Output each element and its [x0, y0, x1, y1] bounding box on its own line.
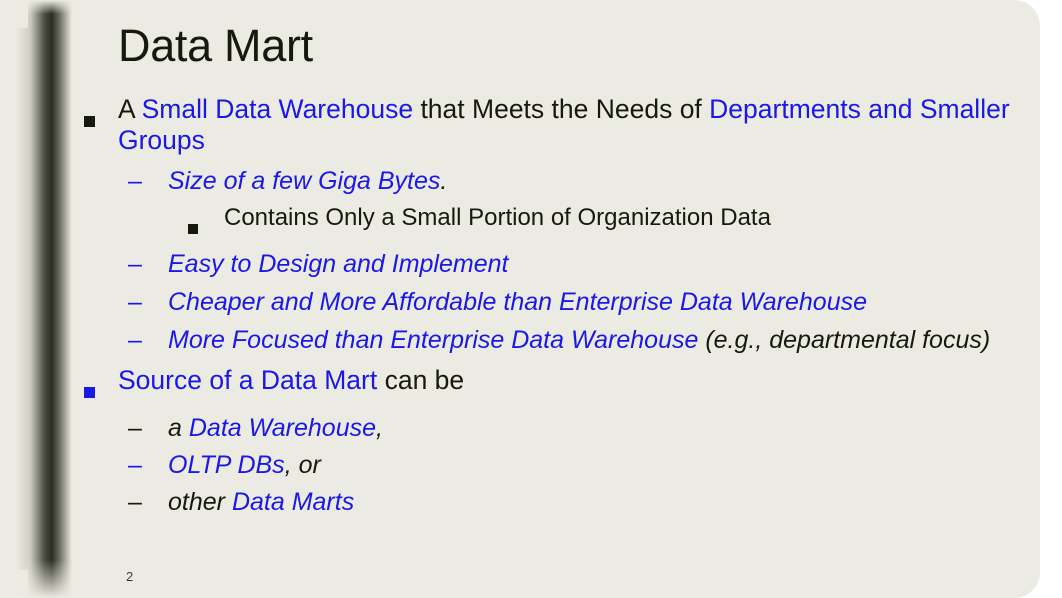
bullet-level2: – Cheaper and More Affordable than Enter…: [84, 287, 1024, 317]
bullet-marker-dash: –: [128, 326, 142, 354]
bullet-level2: – OLTP DBs, or: [84, 450, 1024, 480]
bullet-text: A Small Data Warehouse that Meets the Ne…: [118, 94, 1018, 156]
bullet-marker-square: [84, 94, 118, 134]
bullet-text: More Focused than Enterprise Data Wareho…: [168, 325, 990, 355]
bullet-marker-dash: –: [128, 167, 142, 195]
text-run: A: [118, 94, 142, 124]
text-run: OLTP DBs: [168, 451, 285, 479]
bullet-level1: A Small Data Warehouse that Meets the Ne…: [84, 94, 1024, 156]
bullet-text: other Data Marts: [168, 487, 354, 517]
bullet-level3: Contains Only a Small Portion of Organiz…: [84, 203, 1024, 241]
bullet-text: Source of a Data Mart can be: [118, 365, 464, 396]
bullet-marker-dash: –: [128, 451, 142, 479]
text-run: Small Data Warehouse: [141, 94, 414, 124]
text-run: (e.g., departmental focus): [698, 326, 991, 354]
text-run: Contains Only a Small Portion of Organiz…: [224, 204, 771, 231]
bullet-level2: – Size of a few Giga Bytes.: [84, 166, 1024, 196]
text-run: ,: [376, 414, 383, 442]
text-run: can be: [377, 365, 465, 395]
bullet-text: Size of a few Giga Bytes.: [168, 166, 447, 196]
text-run: Easy to Design and Implement: [168, 250, 509, 278]
bullet-level2: – Easy to Design and Implement: [84, 249, 1024, 279]
bullet-text: Contains Only a Small Portion of Organiz…: [224, 203, 771, 232]
text-run: More Focused than Enterprise Data Wareho…: [168, 326, 699, 354]
bullet-marker-dash: –: [128, 488, 142, 516]
bullet-level2: – More Focused than Enterprise Data Ware…: [84, 325, 1024, 355]
slide-canvas: Data Mart A Small Data Warehouse that Me…: [0, 0, 1062, 598]
bullet-level1: Source of a Data Mart can be: [84, 365, 1024, 405]
text-run: Size of a few Giga Bytes: [168, 167, 441, 195]
bullet-marker-square: [84, 203, 224, 241]
bullet-marker-dash: –: [128, 414, 142, 442]
text-run: other: [168, 488, 232, 516]
bullet-text: a Data Warehouse,: [168, 413, 383, 443]
page-number: 2: [126, 569, 134, 584]
bullet-text: Easy to Design and Implement: [168, 249, 508, 279]
square-icon: [188, 224, 198, 234]
text-run: Data Warehouse: [188, 414, 377, 442]
text-run: .: [440, 167, 448, 195]
slide-body: A Small Data Warehouse that Meets the Ne…: [84, 94, 1024, 517]
right-gutter: [1040, 0, 1062, 598]
square-icon: [84, 116, 95, 127]
text-run: Data Marts: [231, 488, 355, 516]
slide-title: Data Mart: [118, 20, 313, 71]
square-icon: [84, 387, 95, 398]
text-run: a: [168, 414, 189, 442]
bullet-text: Cheaper and More Affordable than Enterpr…: [168, 287, 867, 317]
bullet-marker-dash: –: [128, 288, 142, 316]
bullet-level2: – a Data Warehouse,: [84, 413, 1024, 443]
bullet-marker-square: [84, 365, 118, 405]
bullet-text: OLTP DBs, or: [168, 450, 321, 480]
text-run: , or: [284, 451, 321, 479]
bullet-marker-dash: –: [128, 250, 142, 278]
text-run: Cheaper and More Affordable than Enterpr…: [168, 288, 868, 316]
text-run: Source of a Data Mart: [118, 365, 378, 395]
bullet-level2: – other Data Marts: [84, 487, 1024, 517]
text-run: that Meets the Needs of: [413, 94, 710, 124]
